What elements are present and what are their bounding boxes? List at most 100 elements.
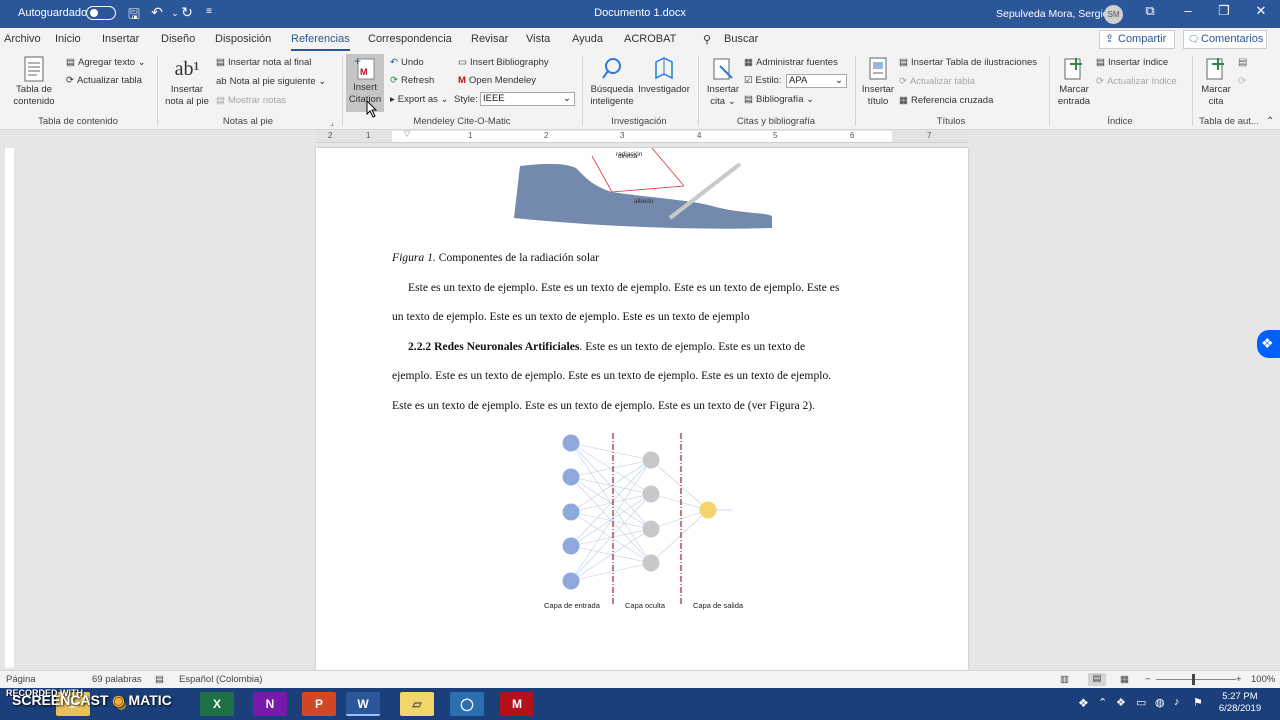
excel-icon[interactable]: X — [200, 692, 234, 716]
proofing-icon[interactable]: ▤ — [155, 674, 164, 685]
indent-marker-icon[interactable]: ▽ — [404, 129, 410, 138]
zoom-in-icon[interactable]: + — [1236, 674, 1242, 685]
bibliography-icon: ▭ — [458, 57, 467, 68]
dialog-launcher-icon[interactable]: ⌟ — [330, 118, 334, 127]
undo-icon[interactable]: ↶ — [148, 4, 166, 21]
zoom-out-icon[interactable]: − — [1145, 674, 1151, 685]
tray-chevron-icon[interactable]: ⌃ — [1098, 696, 1107, 709]
tab-acrobat[interactable]: ACROBAT — [624, 33, 676, 45]
update-table-authorities-icon[interactable]: ⟳ — [1238, 76, 1246, 87]
volume-icon[interactable]: ♪ — [1174, 696, 1180, 708]
update-index-button[interactable]: ⟳ Actualizar índice — [1096, 76, 1177, 87]
clock[interactable]: 5:27 PM 6/28/2019 — [1212, 691, 1268, 715]
mendeley-refresh-button[interactable]: ⟳ Refresh — [390, 75, 434, 86]
avatar[interactable]: SM — [1104, 5, 1123, 24]
circle-app-icon[interactable]: ◯ — [450, 692, 484, 716]
dropbox-tray-icon[interactable]: ❖ — [1116, 696, 1126, 709]
display-icon[interactable]: ▭ — [1136, 696, 1146, 709]
share-button[interactable]: Compartir — [1099, 30, 1175, 49]
next-footnote-label: Nota al pie siguiente — [229, 76, 316, 88]
bibliography-button[interactable]: ▤ Bibliografía ⌄ — [744, 94, 814, 105]
insert-endnote-button[interactable]: ▤ Insertar nota al final — [216, 57, 311, 68]
zoom-slider-thumb[interactable] — [1192, 674, 1195, 685]
comments-button[interactable]: Comentarios — [1183, 30, 1267, 49]
manage-sources-button[interactable]: ▦ Administrar fuentes — [744, 57, 838, 68]
smart-lookup-button[interactable]: Búsqueda inteligente — [586, 56, 638, 108]
cross-reference-button[interactable]: ▦ Referencia cruzada — [899, 95, 993, 106]
tab-referencias[interactable]: Referencias — [291, 33, 350, 51]
tab-vista[interactable]: Vista — [526, 33, 550, 45]
close-icon[interactable]: ✕ — [1249, 3, 1273, 19]
mendeley-taskbar-icon[interactable]: M — [500, 692, 534, 716]
update-table-button[interactable]: ⟳ Actualizar tabla — [66, 75, 142, 86]
tab-disposicion[interactable]: Disposición — [215, 33, 271, 45]
tray-app-icon[interactable]: ❖ — [1078, 696, 1089, 710]
insert-citation-button[interactable]: + M Insert Citation — [346, 54, 384, 112]
tab-archivo[interactable]: Archivo — [4, 33, 41, 45]
sticky-notes-icon[interactable]: ▱ — [400, 692, 434, 716]
researcher-button[interactable]: Investigador — [637, 56, 691, 96]
toc-button[interactable]: Tabla de contenido — [6, 56, 62, 108]
insert-table-figures-button[interactable]: ▤ Insertar Tabla de ilustraciones — [899, 57, 1037, 68]
ribbon: Tabla de contenido ▤ Agregar texto ⌄ ⟳ Act… — [0, 52, 1280, 130]
style-select[interactable]: IEEE ⌄ — [480, 92, 575, 106]
vertical-ruler[interactable] — [5, 148, 14, 668]
show-notes-icon: ▤ — [216, 95, 225, 106]
redo-icon[interactable]: ↻ — [178, 4, 196, 21]
update-figures-table-button[interactable]: ⟳ Actualizar tabla — [899, 76, 975, 87]
open-mendeley-button[interactable]: M Open Mendeley — [458, 75, 536, 86]
powerpoint-icon[interactable]: P — [302, 692, 336, 716]
minimize-icon[interactable]: – — [1176, 3, 1200, 18]
insert-index-button[interactable]: ▤ Insertar índice — [1096, 57, 1168, 68]
insert-citation-word-button[interactable]: Insertar cita ⌄ — [703, 56, 743, 108]
read-mode-icon[interactable]: ▥ — [1060, 674, 1069, 685]
page-count[interactable]: Página — [6, 674, 36, 685]
tab-inicio[interactable]: Inicio — [55, 33, 81, 45]
mouse-cursor-icon — [366, 100, 378, 118]
insert-table-authorities-icon[interactable]: ▤ — [1238, 57, 1247, 68]
connection-line — [570, 459, 652, 547]
next-footnote-button[interactable]: ab Nota al pie siguiente ⌄ — [216, 76, 326, 87]
tab-ayuda[interactable]: Ayuda — [572, 33, 603, 45]
zoom-level[interactable]: 100% — [1251, 674, 1275, 685]
document-page[interactable]: radiación directa albedo Figura 1. Compo… — [316, 148, 968, 670]
mark-entry-button[interactable]: Marcar entrada — [1054, 56, 1094, 108]
add-text-button[interactable]: ▤ Agregar texto ⌄ — [66, 57, 146, 68]
insert-footnote-button[interactable]: ab¹ Insertar nota al pie — [162, 56, 212, 108]
mendeley-undo-button[interactable]: ↶ Undo — [390, 57, 424, 68]
section-heading: 2.2.2 Redes Neuronales Artificiales — [408, 340, 580, 353]
export-icon: ▸ — [390, 94, 395, 105]
search-icon[interactable]: ⚲ — [703, 33, 711, 46]
customize-qat-icon[interactable]: ≡ — [200, 6, 218, 17]
network-icon[interactable]: ◍ — [1155, 696, 1165, 709]
export-as-button[interactable]: ▸ Export as ⌄ — [390, 94, 449, 105]
dropbox-icon[interactable]: ❖ — [1257, 330, 1280, 358]
web-layout-icon[interactable]: ▦ — [1120, 674, 1129, 685]
user-name[interactable]: Sepulveda Mora, Sergio — [996, 8, 1109, 20]
mark-citation-button[interactable]: Marcar cita — [1196, 56, 1236, 108]
ribbon-display-icon[interactable]: ⧉ — [1138, 3, 1162, 19]
word-icon[interactable]: W — [346, 692, 380, 716]
flag-icon[interactable]: ⚑ — [1193, 696, 1203, 709]
horizontal-ruler[interactable]: 2 1 1 2 3 4 5 6 7 ▽ — [316, 129, 968, 143]
onenote-icon[interactable]: N — [253, 692, 287, 716]
autosave-toggle[interactable] — [86, 6, 116, 20]
save-icon[interactable]: 🖫 — [125, 4, 143, 28]
tab-correspondencia[interactable]: Correspondencia — [368, 33, 452, 45]
collapse-ribbon-icon[interactable]: ⌃ — [1266, 116, 1274, 127]
citation-style-select[interactable]: APA ⌄ — [786, 74, 847, 88]
language-indicator[interactable]: Español (Colombia) — [179, 674, 262, 685]
insert-citation-word-label: Insertar cita — [706, 84, 740, 107]
insert-bibliography-button[interactable]: ▭ Insert Bibliography — [458, 57, 549, 68]
connection-line — [650, 459, 709, 511]
tab-revisar[interactable]: Revisar — [471, 33, 508, 45]
tab-insertar[interactable]: Insertar — [102, 33, 139, 45]
tab-diseno[interactable]: Diseño — [161, 33, 195, 45]
word-count[interactable]: 69 palabras — [92, 674, 142, 685]
maximize-icon[interactable]: ❐ — [1212, 3, 1236, 19]
print-layout-icon[interactable]: ▤ — [1088, 673, 1106, 686]
search-box[interactable]: Buscar — [724, 33, 758, 45]
show-notes-button[interactable]: ▤ Mostrar notas — [216, 95, 286, 106]
zoom-slider[interactable] — [1156, 679, 1236, 680]
insert-caption-button[interactable]: Insertar título — [859, 56, 897, 108]
